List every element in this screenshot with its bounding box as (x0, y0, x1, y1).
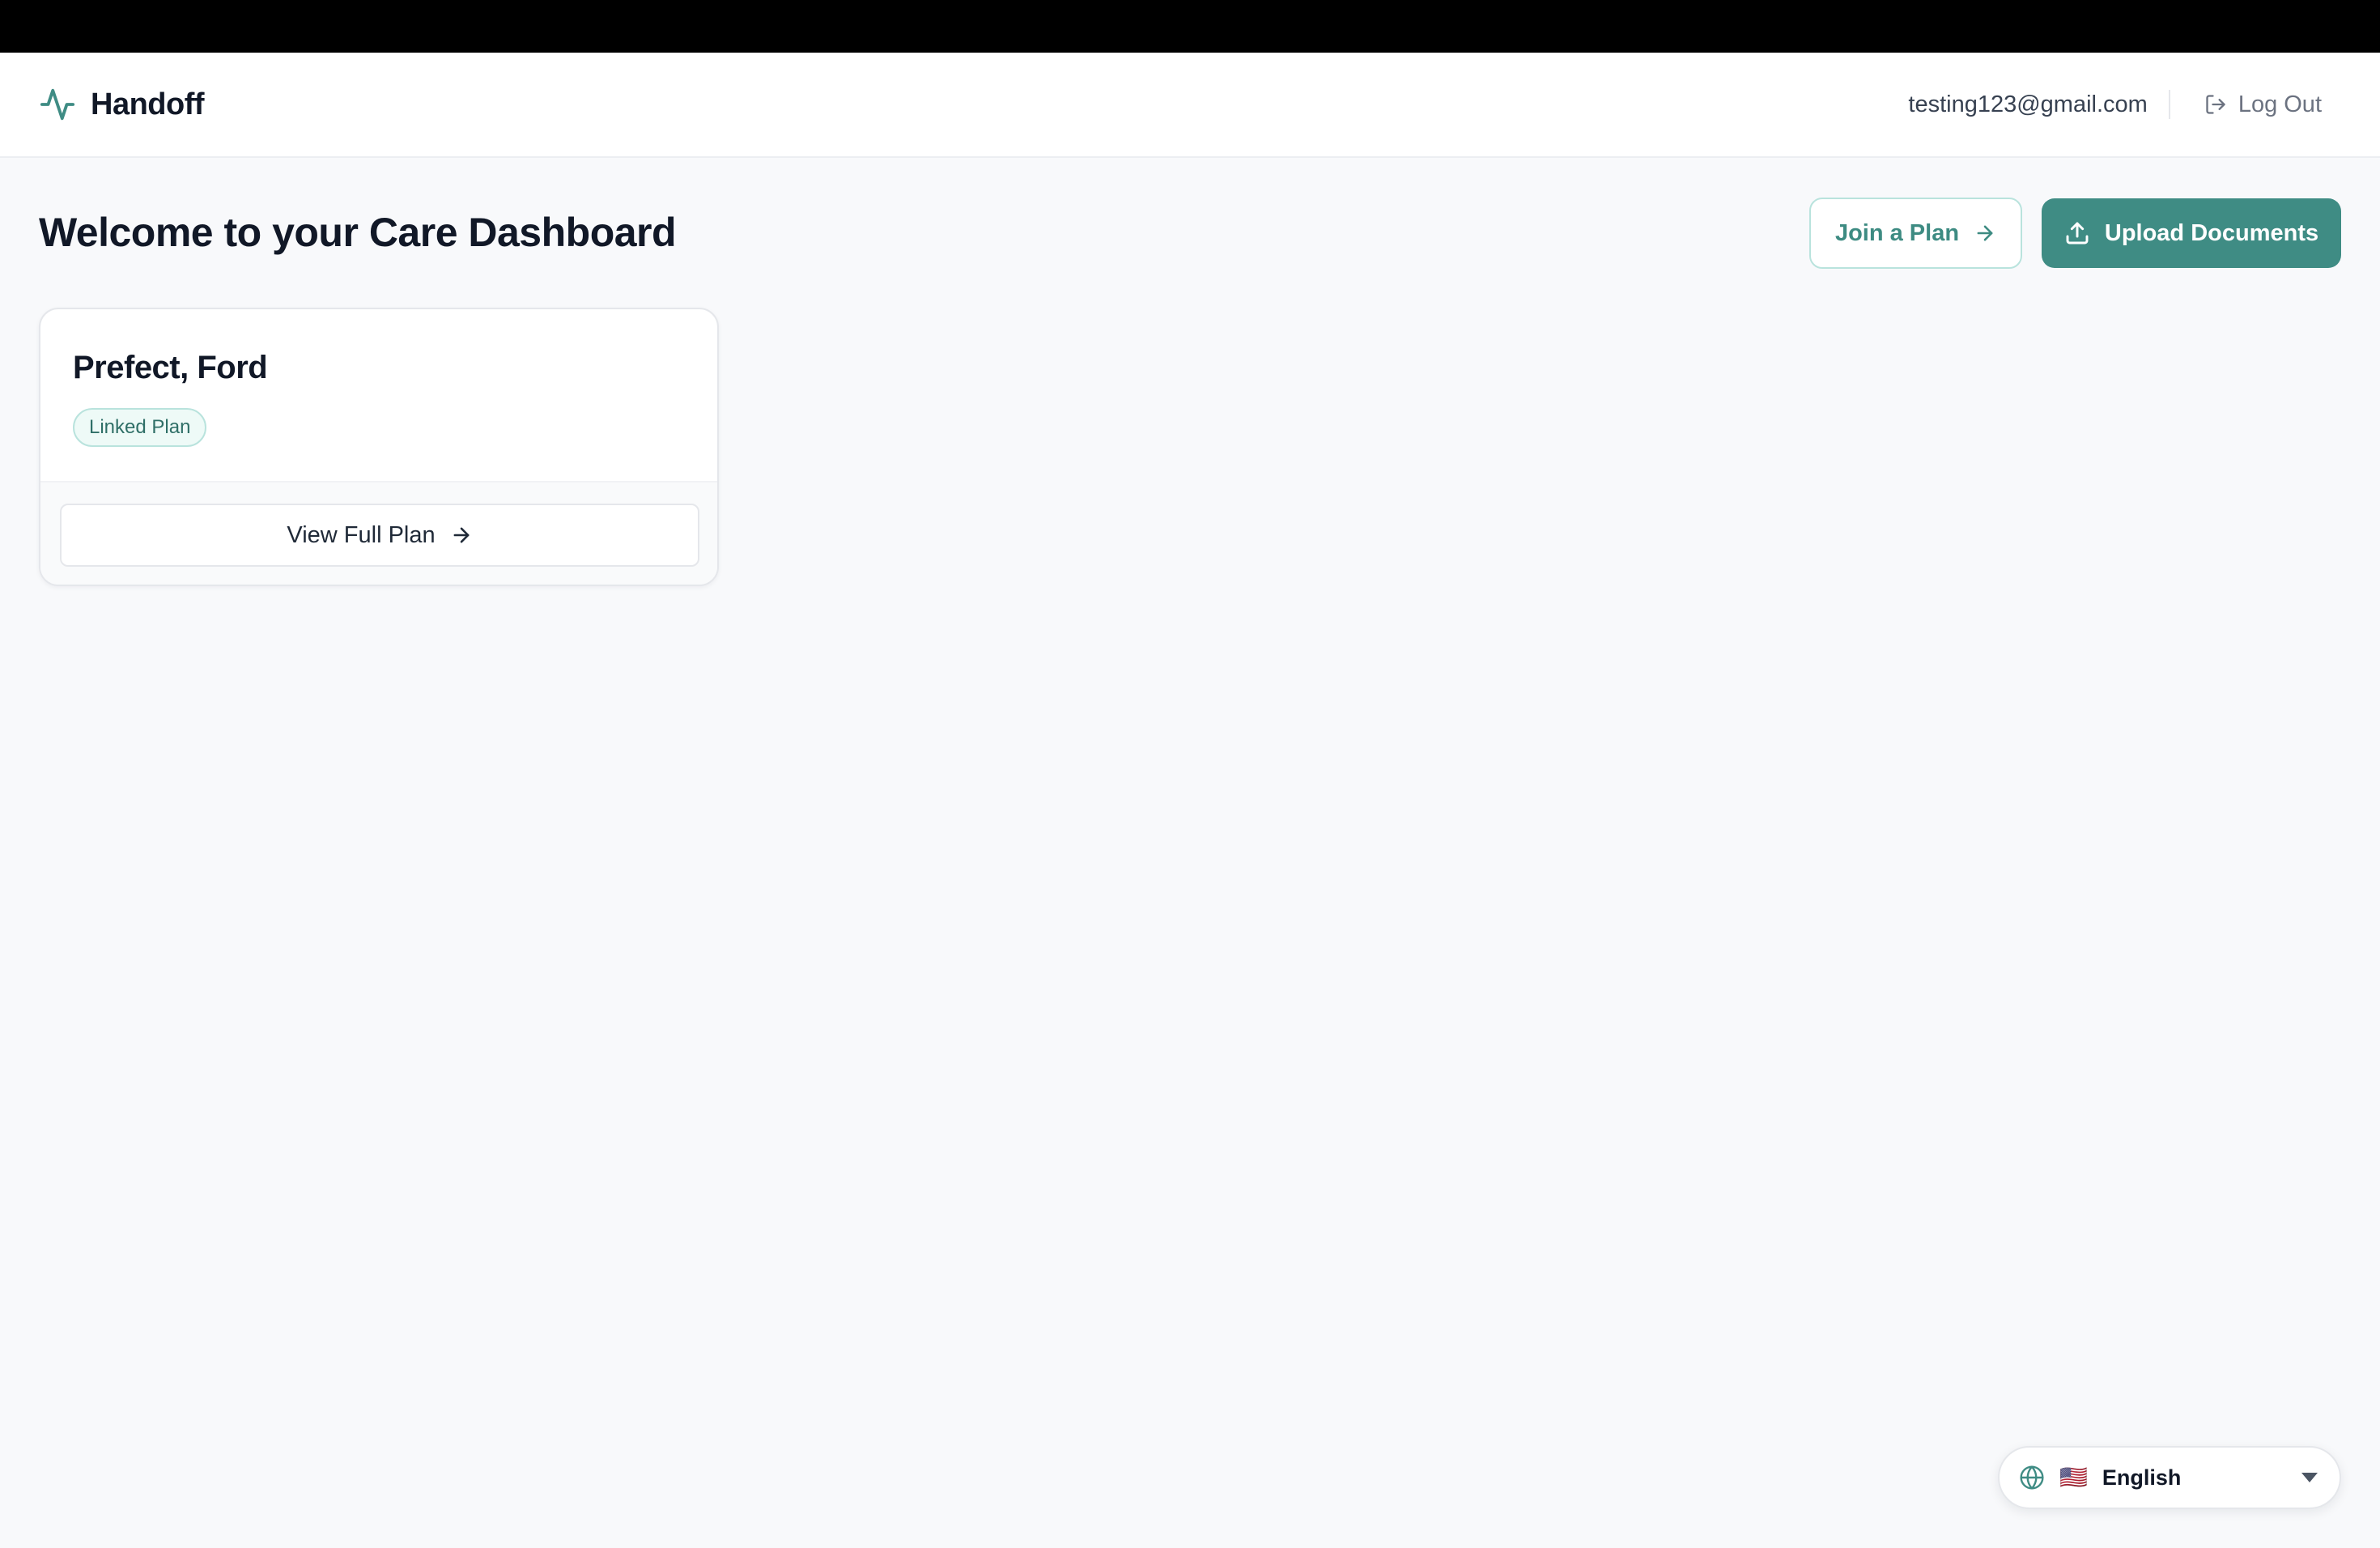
view-full-plan-button[interactable]: View Full Plan (60, 504, 699, 567)
plan-card-header: Prefect, Ford Linked Plan (40, 309, 717, 481)
caret-down-icon (2301, 1473, 2318, 1482)
plan-card-footer: View Full Plan (40, 481, 717, 585)
user-email: testing123@gmail.com (1908, 91, 2148, 117)
logout-label: Log Out (2238, 91, 2322, 117)
join-plan-button[interactable]: Join a Plan (1809, 198, 2022, 269)
plan-card: Prefect, Ford Linked Plan View Full Plan (39, 308, 719, 586)
top-black-bar (0, 0, 2380, 53)
brand[interactable]: Handoff (39, 53, 205, 156)
language-label: English (2102, 1465, 2182, 1490)
upload-documents-button[interactable]: Upload Documents (2042, 198, 2341, 268)
header-user-area: testing123@gmail.com Log Out (1908, 53, 2322, 156)
globe-icon (2020, 1465, 2044, 1490)
plan-patient-name: Prefect, Ford (73, 350, 268, 385)
arrow-right-icon (453, 527, 470, 543)
upload-documents-label: Upload Documents (2104, 219, 2319, 246)
app-header: Handoff testing123@gmail.com Log Out (0, 53, 2380, 158)
brand-name: Handoff (91, 87, 205, 121)
language-selector[interactable]: 🇺🇸 English (1998, 1446, 2341, 1509)
join-plan-label: Join a Plan (1834, 219, 1960, 246)
arrow-right-icon (1977, 225, 1993, 241)
logout-icon (2206, 95, 2225, 114)
view-full-plan-label: View Full Plan (287, 521, 436, 548)
logout-button[interactable]: Log Out (2193, 85, 2322, 125)
page-title: Welcome to your Care Dashboard (39, 210, 677, 255)
linked-plan-badge: Linked Plan (73, 408, 207, 447)
upload-icon (2066, 222, 2089, 245)
header-divider (2168, 90, 2170, 119)
pulse-icon (40, 88, 75, 121)
us-flag-icon: 🇺🇸 (2059, 1465, 2088, 1490)
